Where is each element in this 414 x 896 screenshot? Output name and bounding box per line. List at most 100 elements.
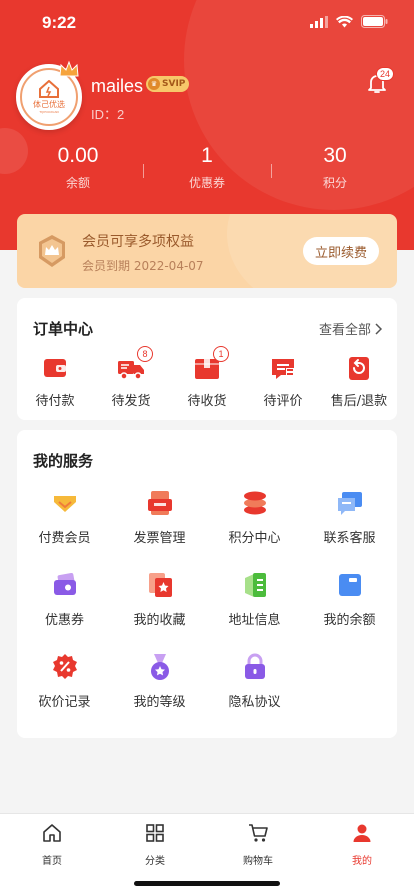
- service-customer-support[interactable]: 联系客服: [302, 488, 397, 546]
- order-pending-shipment[interactable]: 8 待发货: [93, 346, 169, 409]
- service-invoice[interactable]: 发票管理: [112, 488, 207, 546]
- membership-expiry: 会员到期 2022-04-07: [82, 259, 204, 273]
- coins-icon: [243, 491, 266, 515]
- tab-home[interactable]: 首页: [12, 822, 92, 867]
- order-label: 待发货: [111, 394, 151, 409]
- stat-label: 优惠券: [188, 176, 225, 190]
- service-label: 我的等级: [133, 695, 186, 710]
- service-label: 发票管理: [133, 531, 186, 546]
- order-count-badge: 8: [137, 346, 153, 362]
- order-center-card: 订单中心 查看全部 待付款 8 待发货 1 待收货 待评价 售后/退款: [17, 298, 397, 420]
- service-label: 联系客服: [323, 531, 376, 546]
- stat-value: 30: [323, 144, 347, 167]
- user-id: ID：2: [91, 107, 125, 122]
- diamond-icon: [53, 496, 76, 512]
- stat-value: 0.00: [57, 144, 99, 167]
- section-title: 我的服务: [33, 452, 94, 470]
- tab-category[interactable]: 分类: [115, 822, 195, 867]
- svip-badge: ♛ SVIP: [146, 76, 190, 92]
- service-paid-membership[interactable]: 付费会员: [17, 488, 112, 546]
- service-label: 地址信息: [228, 613, 281, 628]
- cellular-icon: [310, 15, 328, 28]
- tab-label: 分类: [145, 856, 165, 867]
- chevron-right-icon: [375, 322, 383, 335]
- service-my-level[interactable]: 我的等级: [112, 652, 207, 710]
- service-label: 砍价记录: [38, 695, 91, 710]
- service-address[interactable]: 地址信息: [207, 570, 302, 628]
- service-points-center[interactable]: 积分中心: [207, 488, 302, 546]
- membership-title: 会员可享多项权益: [82, 234, 194, 250]
- vip-crown-icon: ♛: [148, 78, 160, 90]
- stat-balance[interactable]: 0.00 余额: [18, 144, 138, 191]
- username: mailes: [91, 76, 144, 96]
- medal-icon: [150, 654, 169, 680]
- tab-label: 购物车: [243, 856, 273, 867]
- service-label: 隐私协议: [228, 695, 281, 710]
- stat-label: 余额: [65, 176, 90, 190]
- vip-shield-icon: [39, 235, 65, 267]
- crown-icon: [59, 60, 79, 77]
- stat-points[interactable]: 30 积分: [275, 144, 395, 191]
- order-label: 待付款: [35, 394, 75, 409]
- house-icon: [39, 80, 59, 98]
- chat-icon: [337, 492, 362, 515]
- comment-icon: [272, 359, 294, 379]
- service-label: 我的余额: [323, 613, 376, 628]
- order-pending-review[interactable]: 待评价: [245, 354, 321, 409]
- order-label: 待收货: [187, 394, 227, 409]
- invoice-icon: [147, 491, 172, 515]
- logo-text: 体己优选: [33, 100, 65, 109]
- stat-value: 1: [201, 144, 213, 167]
- order-after-sales[interactable]: 售后/退款: [321, 354, 397, 409]
- status-bar: 9:22: [0, 0, 414, 46]
- order-pending-receipt[interactable]: 1 待收货: [169, 346, 245, 409]
- wallet-icon: [44, 359, 66, 377]
- tab-label: 首页: [42, 856, 62, 867]
- notification-badge: 24: [375, 67, 394, 81]
- battery-icon: [361, 15, 388, 28]
- discount-icon: [52, 654, 77, 679]
- service-bargain-records[interactable]: 砍价记录: [17, 652, 112, 710]
- view-all-label: 查看全部: [318, 323, 371, 338]
- renew-button[interactable]: 立即续费: [303, 237, 379, 265]
- coupon-icon: [53, 573, 76, 595]
- logo-subtext: TIJIYOUXUAN: [39, 110, 59, 114]
- service-label: 优惠券: [44, 613, 84, 628]
- service-label: 积分中心: [228, 531, 281, 546]
- tab-cart[interactable]: 购物车: [218, 822, 298, 867]
- membership-banner[interactable]: 会员可享多项权益 会员到期 2022-04-07 立即续费: [17, 214, 397, 288]
- section-title: 订单中心: [33, 320, 94, 338]
- status-time: 9:22: [42, 13, 77, 32]
- user-icon: [353, 824, 371, 842]
- wifi-icon: [336, 15, 353, 27]
- cart-icon: [249, 824, 268, 842]
- service-favorites[interactable]: 我的收藏: [112, 570, 207, 628]
- home-icon: [43, 824, 61, 842]
- refund-icon: [349, 357, 369, 380]
- stat-label: 积分: [322, 176, 347, 190]
- stat-coupons[interactable]: 1 优惠券: [147, 144, 267, 191]
- grid-icon: [146, 824, 164, 842]
- order-count-badge: 1: [213, 346, 229, 362]
- home-indicator: [134, 881, 280, 886]
- account-stats: 0.00 余额 1 优惠券 30 积分: [0, 144, 414, 204]
- tab-label: 我的: [352, 856, 372, 867]
- view-all-orders-link[interactable]: 查看全部: [319, 319, 383, 338]
- svip-label: SVIP: [162, 79, 186, 89]
- order-pending-payment[interactable]: 待付款: [17, 354, 93, 409]
- order-label: 售后/退款: [330, 394, 388, 409]
- balance-icon: [338, 574, 361, 596]
- service-label: 付费会员: [38, 531, 91, 546]
- tab-mine[interactable]: 我的: [322, 822, 402, 867]
- divider: [143, 164, 144, 178]
- service-privacy-policy[interactable]: 隐私协议: [207, 652, 302, 710]
- address-icon: [244, 573, 266, 597]
- service-coupons[interactable]: 优惠券: [17, 570, 112, 628]
- order-label: 待评价: [263, 394, 303, 409]
- lock-icon: [244, 653, 265, 679]
- service-my-balance[interactable]: 我的余额: [302, 570, 397, 628]
- divider: [271, 164, 272, 178]
- services-card: 我的服务 付费会员 发票管理 积分中心 联系客服 优惠券 我的收藏 地址信息 我…: [17, 430, 397, 738]
- service-label: 我的收藏: [133, 613, 186, 628]
- star-icon: [148, 573, 172, 597]
